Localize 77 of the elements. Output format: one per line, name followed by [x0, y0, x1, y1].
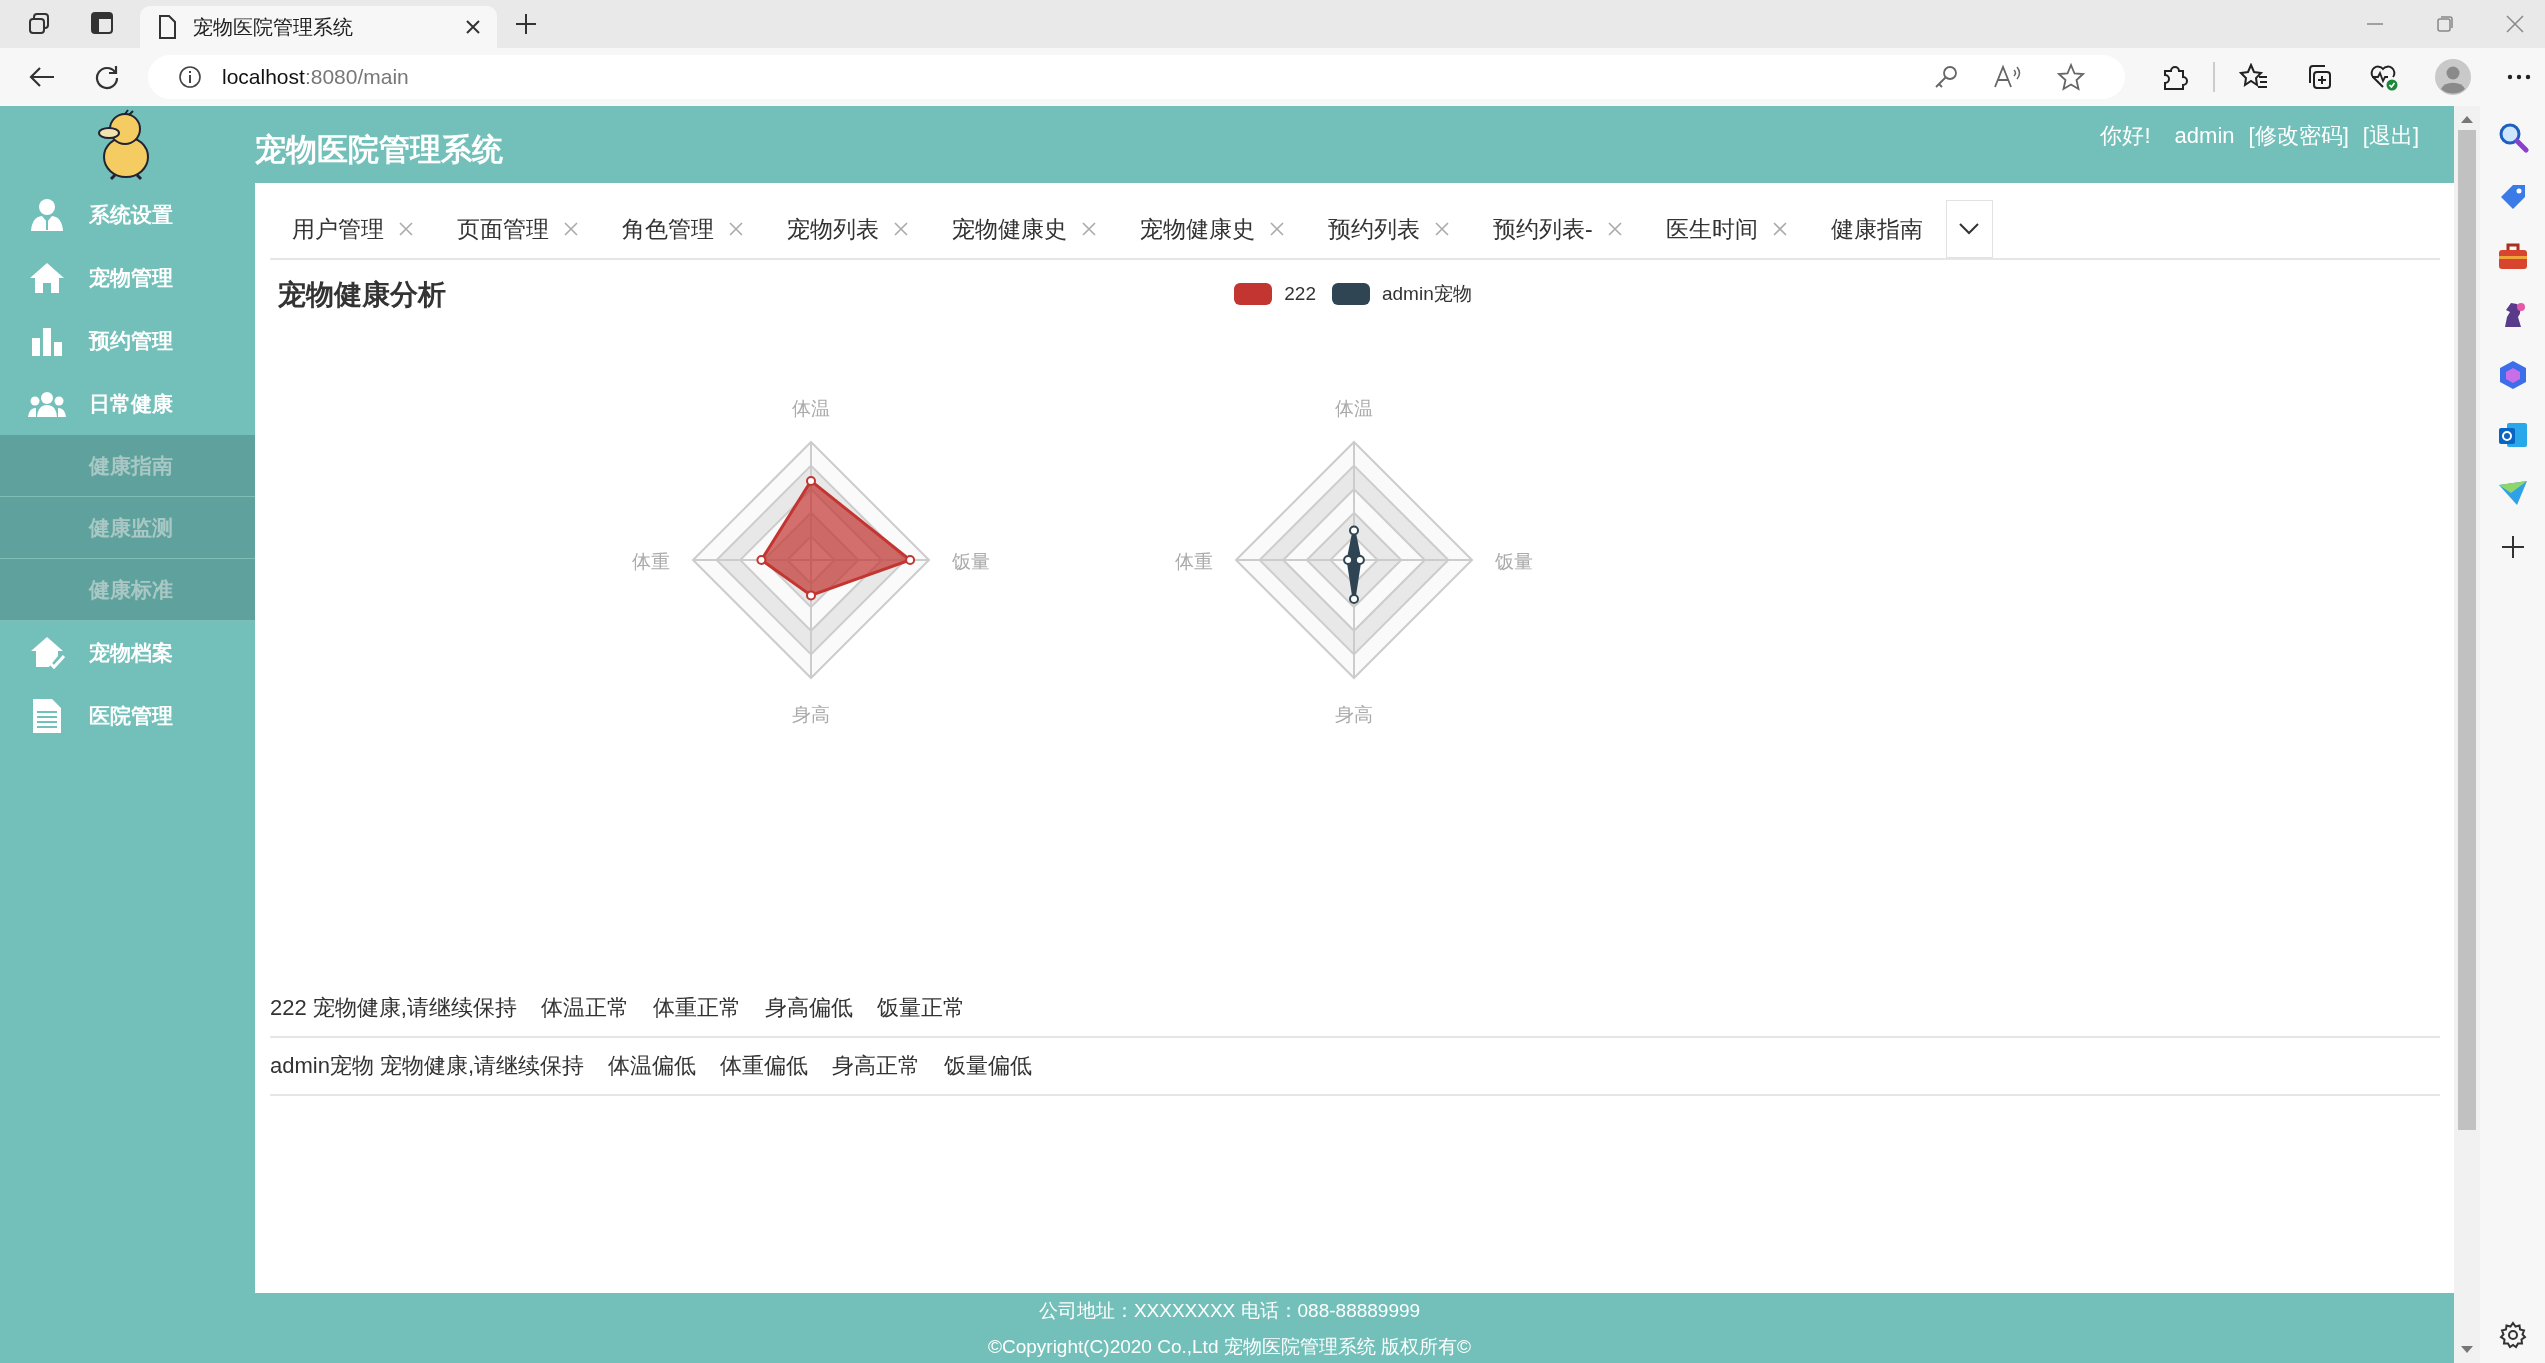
page-tab[interactable]: 宠物健康史 — [952, 213, 1067, 245]
page-tab[interactable]: 宠物列表 — [787, 213, 879, 245]
legend-swatch[interactable] — [1331, 283, 1370, 305]
page-title: 宠物健康分析 — [278, 278, 446, 312]
address-field[interactable]: localhost:8080/main — [148, 55, 2125, 99]
axis-label: 身高 — [1335, 704, 1373, 725]
star-icon[interactable] — [2057, 63, 2085, 91]
username-text: admin — [2174, 122, 2235, 149]
axis-label: 饭量 — [952, 551, 990, 572]
close-icon[interactable] — [465, 19, 481, 35]
toolbox-icon[interactable] — [2496, 241, 2529, 271]
page-tab[interactable]: 页面管理 — [457, 213, 549, 245]
axis-label: 饭量 — [1495, 551, 1533, 572]
page-tab[interactable]: 角色管理 — [622, 213, 714, 245]
result-item: 体重偏低 — [720, 1052, 809, 1080]
person-icon — [28, 197, 66, 232]
browser-tab[interactable]: 宠物医院管理系统 — [140, 6, 497, 48]
result-item: 体温正常 — [540, 994, 629, 1022]
favorites-icon[interactable] — [2239, 63, 2269, 91]
page-tab[interactable]: 医生时间 — [1665, 213, 1758, 245]
axis-label: 体重 — [1175, 551, 1213, 572]
settings-icon[interactable] — [2498, 1321, 2527, 1349]
vertical-tabs-icon[interactable] — [90, 11, 116, 37]
back-icon[interactable] — [28, 65, 56, 89]
sidebar-label: 预约管理 — [89, 327, 173, 354]
scroll-up-icon[interactable] — [2460, 114, 2474, 124]
axis-label: 身高 — [792, 704, 830, 725]
reload-icon[interactable] — [94, 64, 120, 90]
tab-actions-icon[interactable] — [26, 11, 52, 37]
chevron-down-icon — [1958, 222, 1981, 236]
sidebar-label: 宠物档案 — [89, 639, 173, 666]
scroll-down-icon[interactable] — [2460, 1345, 2474, 1355]
more-icon[interactable] — [2507, 73, 2531, 81]
add-icon[interactable] — [2500, 535, 2525, 559]
page-tab[interactable]: 健康指南 — [1830, 213, 1923, 245]
profile-avatar-icon[interactable] — [2435, 59, 2471, 95]
result-item: 体温偏低 — [608, 1052, 697, 1080]
puzzle-icon[interactable] — [2161, 63, 2189, 91]
info-icon[interactable] — [178, 65, 202, 89]
result-summary: admin宠物 宠物健康,请继续保持 — [270, 1052, 585, 1080]
axis-label: 体温 — [1335, 398, 1373, 419]
house-icon — [28, 261, 66, 294]
result-summary: 222 宠物健康,请继续保持 — [270, 994, 517, 1022]
result-item: 饭量偏低 — [944, 1052, 1033, 1080]
legend-swatch[interactable] — [1234, 283, 1273, 305]
send-icon[interactable] — [2496, 479, 2529, 507]
axis-label: 体重 — [632, 551, 670, 572]
result-item: 身高偏低 — [764, 994, 853, 1022]
page-icon — [158, 15, 176, 39]
sidebar-label: 日常健康 — [89, 390, 173, 417]
tab-title: 宠物医院管理系统 — [193, 14, 354, 40]
restore-icon[interactable] — [2435, 14, 2455, 34]
key-icon[interactable] — [1933, 64, 1959, 90]
sidebar-label: 医院管理 — [89, 702, 173, 729]
app-title: 宠物医院管理系统 — [255, 130, 503, 169]
scrollbar[interactable] — [2454, 106, 2480, 1363]
scrollbar-thumb[interactable] — [2458, 130, 2476, 1130]
result-item: 体重正常 — [652, 994, 741, 1022]
sidebar-label: 宠物管理 — [89, 264, 173, 291]
footer-text: ©Copyright(C)2020 Co.,Ltd 宠物医院管理系统 版权所有© — [987, 1335, 1472, 1359]
heart-pulse-icon[interactable] — [2369, 63, 2399, 91]
result-item: 身高正常 — [832, 1052, 921, 1080]
sidebar-label: 系统设置 — [89, 201, 173, 228]
new-tab-icon[interactable] — [515, 13, 537, 35]
result-item: 饭量正常 — [876, 994, 965, 1022]
read-aloud-icon[interactable] — [1993, 64, 2023, 90]
page-tab[interactable]: 宠物健康史 — [1140, 213, 1255, 245]
legend-label[interactable]: admin宠物 — [1381, 281, 1472, 307]
footer-text: 公司地址：XXXXXXXX 电话：088-88889999 — [1038, 1299, 1421, 1323]
page-tab[interactable]: 预约列表 — [1328, 213, 1420, 245]
page-tab[interactable]: 预约列表- — [1493, 213, 1593, 245]
legend-label[interactable]: 222 — [1284, 283, 1316, 305]
axis-label: 体温 — [792, 398, 830, 419]
page-tab[interactable]: 用户管理 — [292, 213, 384, 245]
greeting-text: 你好! — [2100, 121, 2151, 150]
url-text: localhost:8080/main — [222, 65, 409, 89]
group-icon — [28, 390, 66, 417]
